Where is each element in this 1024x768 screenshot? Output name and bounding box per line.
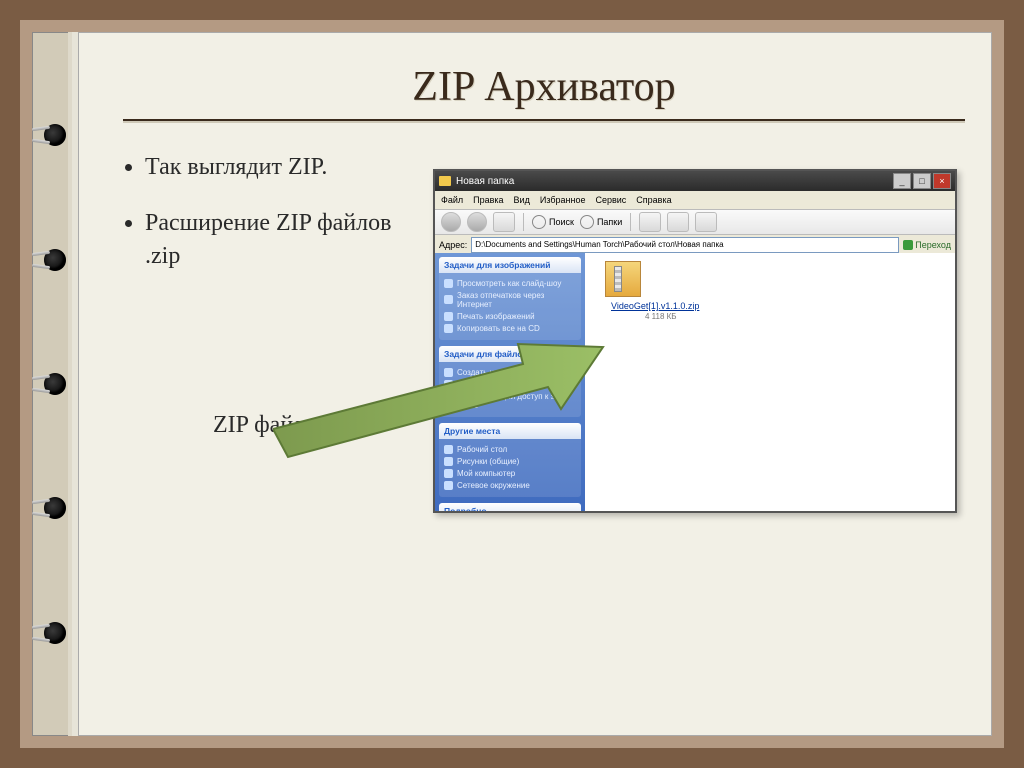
- file-item-zip[interactable]: VideoGet[1].v1.1.0.zip 4 118 КБ: [605, 261, 735, 321]
- toolbar-folders[interactable]: Папки: [580, 215, 622, 229]
- task-icon: [444, 324, 453, 333]
- search-icon: [532, 215, 546, 229]
- task-icon: [444, 380, 453, 389]
- file-size: 4 118 КБ: [645, 312, 735, 321]
- window-titlebar[interactable]: Новая папка _ □ ×: [435, 171, 955, 191]
- sidebar-item[interactable]: Заказ отпечатков через Интернет: [444, 289, 576, 310]
- menu-view[interactable]: Вид: [514, 195, 530, 205]
- sidebar-header[interactable]: Подробно: [439, 503, 581, 511]
- task-icon: [444, 396, 453, 405]
- binding-ring-icon: [44, 622, 66, 644]
- menu-help[interactable]: Справка: [636, 195, 671, 205]
- toolbar-separator: [630, 213, 631, 231]
- sidebar-item-label: Копировать все на CD: [457, 324, 540, 333]
- slide-outer-frame: ZIP Архиватор Так выглядит ZIP. Расширен…: [0, 0, 1024, 768]
- notebook-binding: [32, 32, 78, 736]
- address-go-button[interactable]: Переход: [903, 240, 951, 250]
- task-icon: [444, 279, 453, 288]
- folders-icon: [580, 215, 594, 229]
- binding-ring-icon: [44, 497, 66, 519]
- place-icon: [444, 481, 453, 490]
- sidebar-item-label: Открыть общий доступ к этой папке: [457, 392, 576, 410]
- task-icon: [444, 312, 453, 321]
- file-name: VideoGet[1].v1.1.0.zip: [611, 301, 699, 312]
- maximize-button[interactable]: □: [913, 173, 931, 189]
- sidebar-item-label: Рабочий стол: [457, 445, 507, 454]
- address-input[interactable]: D:\Documents and Settings\Human Torch\Ра…: [471, 237, 899, 253]
- place-icon: [444, 457, 453, 466]
- place-icon: [444, 445, 453, 454]
- explorer-sidebar: Задачи для изображений Просмотреть как с…: [435, 253, 585, 511]
- sidebar-item[interactable]: Копировать все на CD: [444, 322, 576, 334]
- sidebar-item[interactable]: Рабочий стол: [444, 443, 576, 455]
- sidebar-item[interactable]: Создать новую папку: [444, 366, 576, 378]
- sidebar-header[interactable]: Другие места: [439, 423, 581, 439]
- sidebar-item[interactable]: Сетевое окружение: [444, 479, 576, 491]
- binding-ring-icon: [44, 373, 66, 395]
- sidebar-group-image-tasks: Задачи для изображений Просмотреть как с…: [435, 257, 585, 340]
- sidebar-group-file-tasks: Задачи для файлов и папок Создать новую …: [435, 346, 585, 417]
- sidebar-item[interactable]: Опубликовать папку в вебе: [444, 378, 576, 390]
- bullet-item: Так выглядит ZIP.: [145, 151, 423, 183]
- menu-bar[interactable]: Файл Правка Вид Избранное Сервис Справка: [435, 191, 955, 210]
- bullet-item: Расширение ZIP файлов .zip: [145, 207, 423, 272]
- minimize-button[interactable]: _: [893, 173, 911, 189]
- bullet-column: Так выглядит ZIP. Расширение ZIP файлов …: [123, 129, 423, 725]
- explorer-main-pane[interactable]: VideoGet[1].v1.1.0.zip 4 118 КБ: [585, 253, 955, 511]
- menu-favorites[interactable]: Избранное: [540, 195, 586, 205]
- sidebar-item[interactable]: Открыть общий доступ к этой папке: [444, 390, 576, 411]
- window-content: Задачи для изображений Просмотреть как с…: [435, 253, 955, 511]
- sidebar-item-label: Мой компьютер: [457, 469, 515, 478]
- folder-icon: [439, 176, 451, 186]
- toolbar-folders-label: Папки: [597, 217, 622, 227]
- place-icon: [444, 469, 453, 478]
- sidebar-item[interactable]: Просмотреть как слайд-шоу: [444, 277, 576, 289]
- toolbar-search-label: Поиск: [549, 217, 574, 227]
- menu-tools[interactable]: Сервис: [595, 195, 626, 205]
- nav-forward-button[interactable]: [467, 212, 487, 232]
- binding-ring-icon: [44, 249, 66, 271]
- toolbar-view-button[interactable]: [667, 212, 689, 232]
- toolbar-separator: [523, 213, 524, 231]
- sidebar-item-label: Сетевое окружение: [457, 481, 530, 490]
- sidebar-item[interactable]: Рисунки (общие): [444, 455, 576, 467]
- nav-up-button[interactable]: [493, 212, 515, 232]
- nav-back-button[interactable]: [441, 212, 461, 232]
- toolbar-search[interactable]: Поиск: [532, 215, 574, 229]
- zip-file-caption: ZIP файл: [213, 412, 423, 439]
- slide-page: ZIP Архиватор Так выглядит ZIP. Расширен…: [78, 32, 992, 736]
- menu-file[interactable]: Файл: [441, 195, 463, 205]
- toolbar-extra-button[interactable]: [695, 212, 717, 232]
- sidebar-item-label: Рисунки (общие): [457, 457, 519, 466]
- slide-body: Так выглядит ZIP. Расширение ZIP файлов …: [123, 129, 965, 725]
- task-icon: [444, 368, 453, 377]
- sidebar-group-places: Другие места Рабочий стол Рисунки (общие…: [435, 423, 585, 497]
- sidebar-item-label: Создать новую папку: [457, 368, 536, 377]
- slide-title: ZIP Архиватор: [123, 63, 965, 111]
- task-icon: [444, 295, 453, 304]
- slide-inner-frame: ZIP Архиватор Так выглядит ZIP. Расширен…: [20, 20, 1004, 748]
- menu-edit[interactable]: Правка: [473, 195, 503, 205]
- title-underline: [123, 119, 965, 121]
- explorer-window: Новая папка _ □ × Файл Правка Вид Избран…: [433, 169, 957, 513]
- toolbar: Поиск Папки: [435, 210, 955, 235]
- toolbar-sync-button[interactable]: [639, 212, 661, 232]
- sidebar-item[interactable]: Мой компьютер: [444, 467, 576, 479]
- go-icon: [903, 240, 913, 250]
- close-button[interactable]: ×: [933, 173, 951, 189]
- figure-area: Новая папка _ □ × Файл Правка Вид Избран…: [423, 129, 965, 725]
- window-title-text: Новая папка: [456, 176, 514, 187]
- sidebar-item-label: Заказ отпечатков через Интернет: [457, 291, 576, 309]
- sidebar-item[interactable]: Печать изображений: [444, 310, 576, 322]
- sidebar-group-details: Подробно Новая папка: [435, 503, 585, 511]
- zip-file-icon: [605, 261, 641, 297]
- address-label: Адрес:: [439, 240, 467, 250]
- sidebar-header[interactable]: Задачи для изображений: [439, 257, 581, 273]
- sidebar-header[interactable]: Задачи для файлов и папок: [439, 346, 581, 362]
- binding-ring-icon: [44, 124, 66, 146]
- sidebar-item-label: Печать изображений: [457, 312, 535, 321]
- address-go-label: Переход: [915, 240, 951, 250]
- sidebar-item-label: Опубликовать папку в вебе: [457, 380, 558, 389]
- sidebar-item-label: Просмотреть как слайд-шоу: [457, 279, 561, 288]
